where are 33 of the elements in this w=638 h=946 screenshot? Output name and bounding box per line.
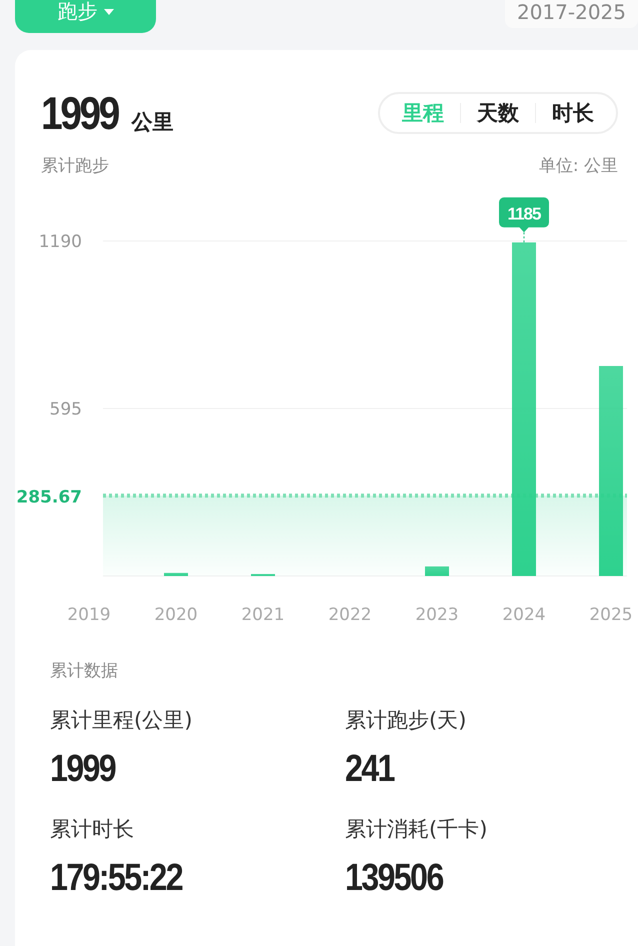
sport-dropdown[interactable]: 跑步 — [15, 0, 156, 33]
section-title: 累计数据 — [50, 660, 119, 682]
bar — [425, 566, 449, 576]
stat-value: 179:55:22 — [50, 857, 182, 900]
stat-label: 累计时长 — [50, 816, 135, 843]
stat-label: 累计消耗(千卡) — [345, 816, 488, 843]
axis-label: 2024 — [502, 605, 546, 625]
axis-label: 2019 — [67, 605, 111, 625]
unit-note: 单位: 公里 — [538, 155, 618, 177]
stat-label: 累计里程(公里) — [50, 707, 194, 734]
axis-label: 2022 — [328, 605, 372, 625]
total-distance: 1999 — [41, 86, 118, 140]
metric-tab[interactable]: 时长 — [535, 103, 610, 123]
average-label: 285.67 — [16, 488, 82, 508]
axis-label: 2025 — [589, 605, 633, 625]
axis-label: 2020 — [154, 605, 198, 625]
caret-icon — [104, 8, 114, 14]
stat-value: 1999 — [50, 748, 116, 791]
axis-label: 595 — [50, 400, 82, 420]
stat-label: 累计跑步(天) — [345, 707, 468, 734]
value-callout: 1185 — [499, 197, 549, 243]
metric-tab[interactable]: 里程 — [386, 103, 460, 123]
date-range[interactable]: 2017-2025 — [504, 0, 638, 28]
axis-label: 2021 — [241, 605, 285, 625]
caption: 累计跑步 — [41, 155, 109, 177]
stat-value: 241 — [345, 748, 394, 791]
unit-label: 公里 — [131, 109, 174, 136]
axis-label: 2023 — [415, 605, 459, 625]
stat-value: 139506 — [345, 857, 443, 900]
bar — [164, 572, 188, 576]
axis-label: 1190 — [38, 232, 82, 252]
metric-tab[interactable]: 天数 — [460, 103, 535, 123]
annotation: 1185 — [508, 204, 541, 224]
